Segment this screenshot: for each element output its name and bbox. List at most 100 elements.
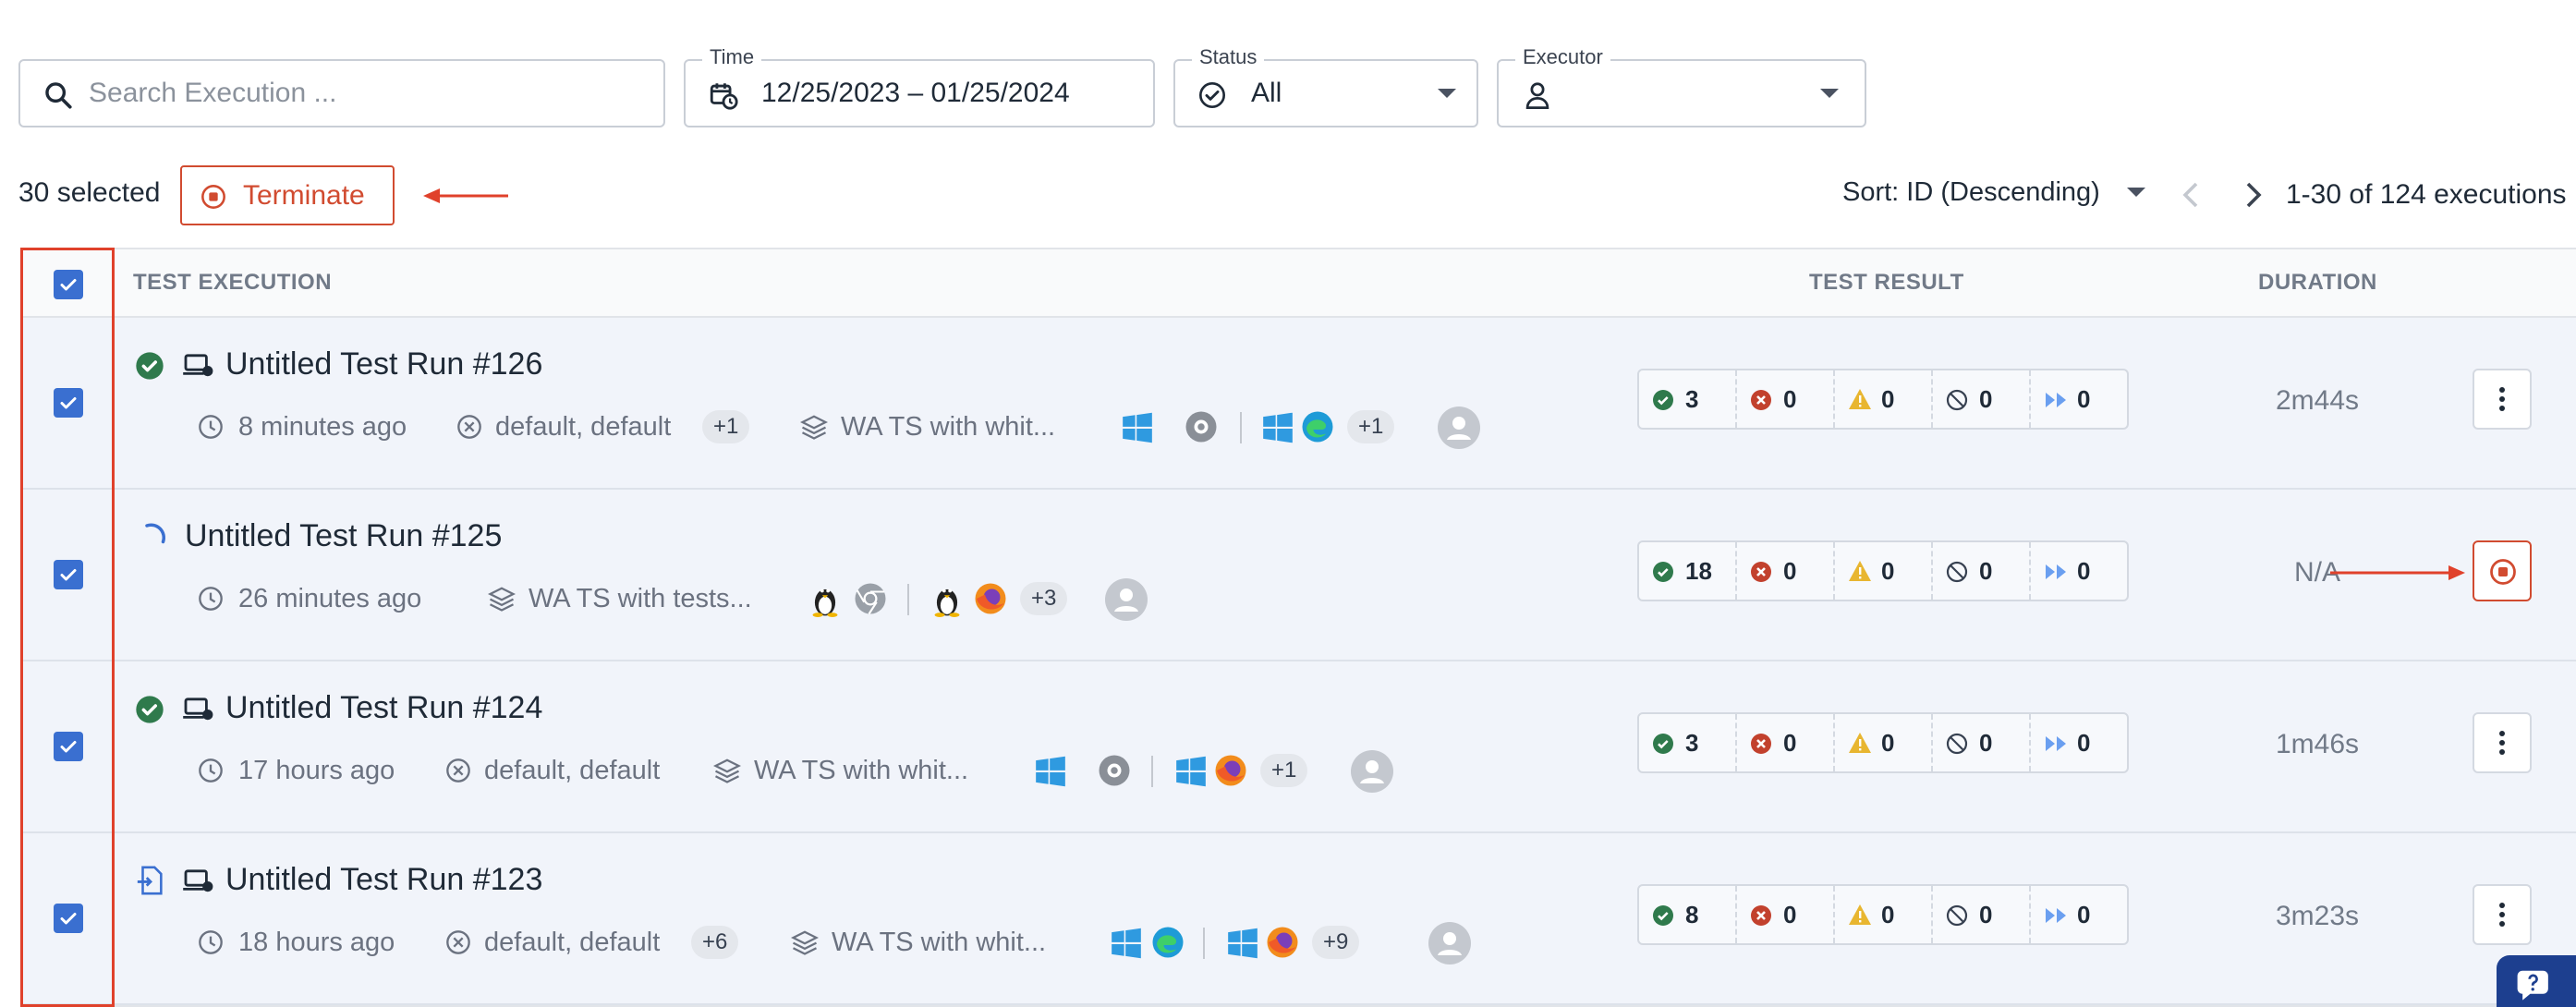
chevron-right-icon[interactable] — [2245, 181, 2262, 209]
layers-icon — [791, 929, 819, 955]
search-field[interactable]: Search Execution ... — [18, 59, 665, 127]
terminate-button[interactable]: Terminate — [180, 165, 395, 225]
windows-icon — [1260, 410, 1295, 445]
linux-icon — [931, 582, 963, 617]
profile-extra-badge[interactable]: +1 — [702, 410, 750, 443]
table-header: TEST EXECUTION TEST RESULT DURATION — [22, 249, 2576, 318]
failed-count: 0 — [1783, 385, 1797, 413]
execution-duration: 2m44s — [2275, 385, 2360, 416]
firefox-icon — [1214, 754, 1247, 787]
chevron-left-icon[interactable] — [2182, 181, 2199, 209]
sort-dropdown[interactable]: Sort: ID (Descending) — [1842, 174, 2151, 211]
status-filter[interactable]: Status All — [1173, 44, 1478, 127]
clock-icon — [198, 929, 224, 955]
execution-suite: WA TS with whit... — [832, 928, 1047, 957]
env-extra-badge[interactable]: +1 — [1260, 754, 1308, 787]
passed-count: 8 — [1685, 901, 1699, 928]
result-divider — [1931, 886, 1933, 943]
result-divider — [2029, 886, 2031, 943]
blocked-count: 0 — [1979, 901, 1993, 928]
result-divider — [1735, 370, 1737, 428]
execution-title[interactable]: Untitled Test Run #124 — [225, 689, 542, 726]
windows-icon — [1120, 410, 1155, 445]
profile-icon — [445, 929, 471, 955]
warning-icon — [1848, 560, 1872, 582]
firefox-icon — [1266, 926, 1299, 959]
env-extra-badge[interactable]: +3 — [1020, 582, 1068, 615]
row-actions-button[interactable] — [2473, 884, 2532, 945]
blocked-icon — [1946, 904, 1968, 927]
terminate-row-button[interactable] — [2473, 540, 2532, 601]
execution-suite: WA TS with whit... — [754, 756, 969, 785]
execution-time: 8 minutes ago — [238, 412, 407, 442]
stop-circle-icon — [200, 184, 226, 210]
result-divider — [1931, 542, 1933, 600]
local-run-icon — [183, 697, 214, 722]
header-test-result: TEST RESULT — [1809, 270, 1964, 295]
profile-icon — [445, 758, 471, 783]
execution-time: 17 hours ago — [238, 756, 395, 785]
edge-icon — [1301, 410, 1334, 443]
result-divider — [1833, 370, 1835, 428]
passed-icon — [1652, 904, 1674, 927]
execution-title[interactable]: Untitled Test Run #125 — [185, 517, 502, 554]
table-row[interactable]: Untitled Test Run #123 18 hours ago defa… — [22, 833, 2576, 1005]
test-result-summary[interactable]: 8 0 0 0 0 — [1637, 884, 2129, 945]
windows-icon — [1033, 754, 1068, 789]
executions-table: TEST EXECUTION TEST RESULT DURATION Unti… — [20, 248, 2576, 1007]
blocked-icon — [1946, 733, 1968, 755]
warning-icon — [1848, 388, 1872, 410]
passed-icon — [1652, 561, 1674, 583]
execution-time: 18 hours ago — [238, 928, 395, 957]
env-extra-badge[interactable]: +1 — [1347, 410, 1395, 443]
clock-icon — [198, 414, 224, 440]
avatar — [1428, 922, 1471, 965]
env-divider — [1240, 412, 1242, 443]
env-divider — [1151, 756, 1153, 787]
terminate-label: Terminate — [243, 180, 365, 211]
layers-icon — [488, 586, 516, 612]
clock-icon — [198, 758, 224, 783]
profile-extra-badge[interactable]: +6 — [691, 926, 739, 959]
warning-count: 0 — [1881, 385, 1895, 413]
result-divider — [2029, 542, 2031, 600]
row-actions-button[interactable] — [2473, 712, 2532, 773]
table-row[interactable]: Untitled Test Run #124 17 hours ago defa… — [22, 661, 2576, 833]
env-extra-badge[interactable]: +9 — [1312, 926, 1360, 959]
test-result-summary[interactable]: 18 0 0 0 0 — [1637, 540, 2129, 601]
generic-browser-icon — [1185, 410, 1218, 443]
pagination-label: 1-30 of 124 executions — [2286, 179, 2567, 210]
selected-count: 30 selected — [18, 177, 161, 208]
failed-icon — [1750, 561, 1772, 583]
blocked-count: 0 — [1979, 385, 1993, 413]
execution-profile: default, default — [484, 928, 661, 957]
firefox-icon — [974, 582, 1007, 615]
executor-filter[interactable]: Executor — [1497, 44, 1866, 127]
chevron-down-icon — [2127, 188, 2145, 197]
table-row[interactable]: Untitled Test Run #125 26 minutes ago WA… — [22, 490, 2576, 661]
local-run-icon — [183, 353, 214, 379]
help-widget-button[interactable] — [2497, 955, 2576, 1007]
execution-title[interactable]: Untitled Test Run #123 — [225, 861, 542, 898]
search-input[interactable]: Search Execution ... — [89, 61, 336, 126]
row-actions-button[interactable] — [2473, 369, 2532, 430]
skipped-count: 0 — [2077, 901, 2091, 928]
local-run-icon — [183, 868, 214, 894]
failed-count: 0 — [1783, 729, 1797, 757]
header-duration: DURATION — [2258, 270, 2377, 295]
time-filter[interactable]: Time 12/25/2023 – 01/25/2024 — [684, 44, 1155, 127]
table-row[interactable]: Untitled Test Run #126 8 minutes ago def… — [22, 318, 2576, 490]
clock-icon — [198, 586, 224, 612]
test-result-summary[interactable]: 3 0 0 0 0 — [1637, 369, 2129, 430]
arrow-icon — [423, 186, 508, 206]
skipped-count: 0 — [2077, 557, 2091, 585]
status-value: All — [1251, 78, 1282, 108]
time-label: Time — [702, 44, 762, 70]
chevron-down-icon — [1438, 89, 1456, 98]
test-result-summary[interactable]: 3 0 0 0 0 — [1637, 712, 2129, 773]
execution-profile: default, default — [484, 756, 661, 785]
execution-title[interactable]: Untitled Test Run #126 — [225, 346, 542, 382]
avatar — [1351, 750, 1393, 793]
layers-icon — [713, 758, 741, 783]
passed-icon — [1652, 733, 1674, 755]
